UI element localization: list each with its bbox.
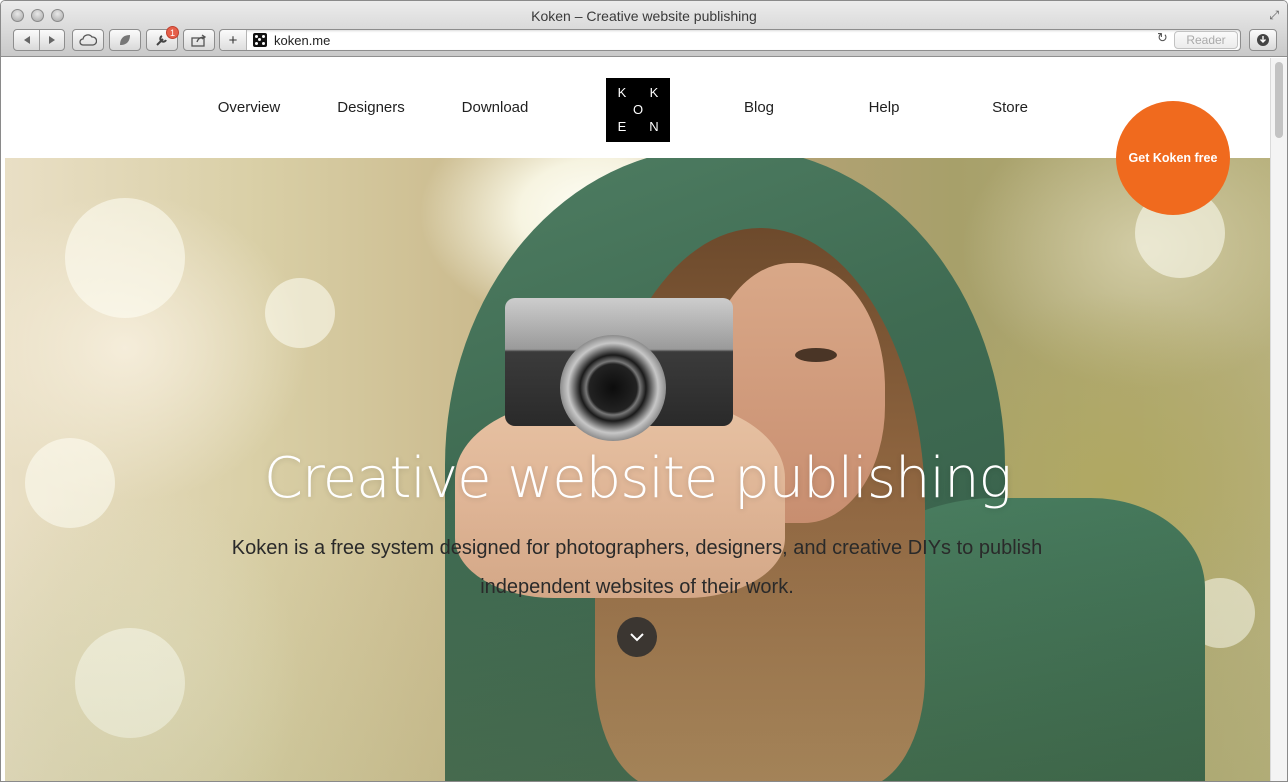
nav-download[interactable]: Download [462,99,529,116]
back-forward-buttons [13,29,65,51]
reload-icon[interactable]: ↻ [1157,31,1168,46]
nav-designers[interactable]: Designers [337,99,405,116]
hero-subtitle: Koken is a free system designed for phot… [231,537,1043,598]
hero-title: Creative website publishing [263,446,1012,511]
download-icon[interactable] [1249,29,1277,51]
window-title: Koken – Creative website publishing [531,8,757,24]
add-bookmark-button[interactable]: + [220,30,247,50]
site-header: Overview Designers Download K K O E N Bl… [5,58,1270,158]
nav-help[interactable]: Help [869,99,900,116]
leaf-icon[interactable] [109,29,141,51]
extensions-badge: 1 [166,26,179,39]
hero-banner: Creative website publishing Koken is a f… [5,158,1270,781]
chevron-down-icon [630,633,644,642]
browser-window: Koken – Creative website publishing ⤢ 1 … [0,0,1288,782]
fullscreen-icon[interactable]: ⤢ [1269,8,1279,23]
page-scrollbar[interactable] [1270,58,1287,781]
nav-overview[interactable]: Overview [218,99,281,116]
site-favicon [253,33,267,47]
address-bar[interactable]: + koken.me ↻ Reader [219,29,1241,51]
share-icon[interactable] [183,29,215,51]
nav-store[interactable]: Store [992,99,1028,116]
nav-blog[interactable]: Blog [744,99,774,116]
get-koken-free-button[interactable]: Get Koken free [1116,101,1230,215]
url-text[interactable]: koken.me [274,33,330,48]
back-arrow-icon[interactable] [15,30,39,50]
scroll-down-button[interactable] [617,617,657,657]
reader-button[interactable]: Reader [1174,31,1238,49]
koken-logo[interactable]: K K O E N [606,78,670,142]
scrollbar-thumb[interactable] [1275,62,1283,138]
browser-toolbar: Koken – Creative website publishing ⤢ 1 … [1,1,1287,57]
cloud-icon[interactable] [72,29,104,51]
web-page: Overview Designers Download K K O E N Bl… [5,58,1270,781]
forward-arrow-icon[interactable] [39,30,63,50]
